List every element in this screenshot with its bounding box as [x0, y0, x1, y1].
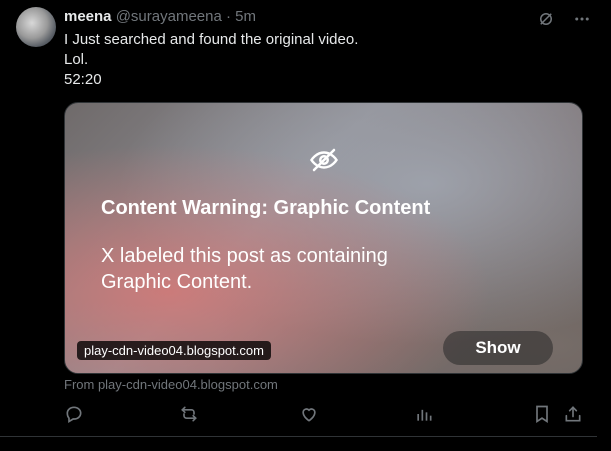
bookmark-icon[interactable]: [532, 404, 552, 424]
grok-icon[interactable]: [537, 10, 555, 28]
post-text-line: 52:20: [64, 71, 102, 88]
repost-icon[interactable]: [179, 404, 199, 424]
post-text-line: I Just searched and found the original v…: [64, 31, 359, 48]
divider: [0, 436, 597, 437]
share-icon[interactable]: [563, 404, 583, 424]
media-card[interactable]: Content Warning: Graphic Content X label…: [64, 102, 583, 374]
author-handle[interactable]: @surayameena: [116, 8, 222, 25]
post-top-actions: [537, 10, 591, 28]
separator-dot: ·: [226, 8, 231, 25]
show-button[interactable]: Show: [443, 331, 553, 365]
source-caption[interactable]: From play-cdn-video04.blogspot.com: [64, 377, 278, 392]
warning-title: Content Warning: Graphic Content: [101, 197, 431, 219]
views-icon[interactable]: [414, 404, 434, 424]
avatar[interactable]: [16, 7, 56, 47]
like-icon[interactable]: [299, 404, 319, 424]
post-header: meena @surayameena · 5m: [64, 8, 256, 26]
warning-body: X labeled this post as containing Graphi…: [101, 245, 388, 293]
more-icon[interactable]: [573, 10, 591, 28]
eye-off-icon: [309, 145, 339, 175]
post-text-line: Lol.: [64, 51, 89, 68]
author-name[interactable]: meena: [64, 8, 112, 25]
media-domain-overlay[interactable]: play-cdn-video04.blogspot.com: [77, 341, 271, 360]
post-text: I Just searched and found the original v…: [64, 30, 358, 90]
reply-icon[interactable]: [64, 404, 84, 424]
post-actions: [64, 404, 584, 426]
post-time[interactable]: 5m: [235, 8, 256, 25]
